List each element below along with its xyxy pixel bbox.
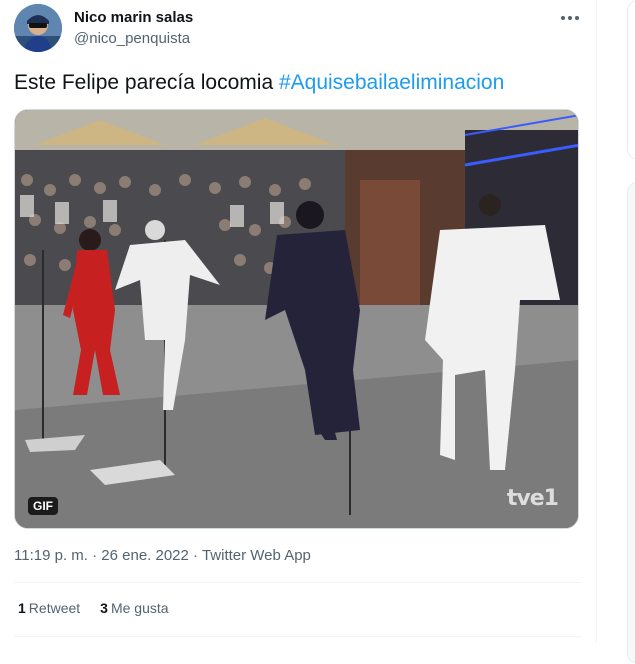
meta-separator: · — [87, 547, 102, 564]
hashtag-link[interactable]: #Aquisebailaeliminacion — [279, 71, 504, 94]
tweet-meta: 11:19 p. m. · 26 ene. 2022 · Twitter Web… — [14, 547, 311, 564]
gif-badge: GIF — [28, 497, 58, 515]
tweet-source-app: Twitter Web App — [201, 547, 311, 564]
tweet-stats: 1 Retweet 3 Me gusta — [18, 600, 169, 616]
author-name[interactable]: Nico marin salas — [74, 9, 193, 26]
retweets-count: 1 — [18, 600, 26, 616]
divider-bottom — [14, 636, 581, 637]
retweets-label: Retweet — [28, 600, 81, 616]
tve-watermark: tve1 — [506, 486, 559, 511]
likes-stat[interactable]: 3 Me gusta — [100, 600, 168, 616]
meta-separator-2: · — [188, 547, 202, 564]
tweet-body: Este Felipe parecía locomia — [14, 71, 279, 94]
author-handle[interactable]: @nico_penquista — [74, 30, 190, 47]
tweet-card: Nico marin salas @nico_penquista Este Fe… — [0, 0, 597, 643]
sidebar-card — [627, 0, 635, 160]
avatar[interactable] — [14, 4, 62, 52]
column-border — [596, 0, 597, 643]
tweet-text: Este Felipe parecía locomia #Aquisebaila… — [14, 71, 504, 95]
tweet-time[interactable]: 11:19 p. m. — [14, 547, 88, 564]
divider — [14, 582, 581, 583]
tweet-date[interactable]: 26 ene. 2022 — [101, 547, 189, 564]
retweets-stat[interactable]: 1 Retweet — [18, 600, 80, 616]
gif-media[interactable]: GIF tve1 — [14, 109, 579, 529]
likes-label: Me gusta — [110, 600, 169, 616]
likes-count: 3 — [100, 600, 108, 616]
more-options-icon[interactable] — [558, 8, 582, 28]
gif-frame — [15, 110, 578, 528]
sidebar-card-secondary — [627, 182, 635, 664]
